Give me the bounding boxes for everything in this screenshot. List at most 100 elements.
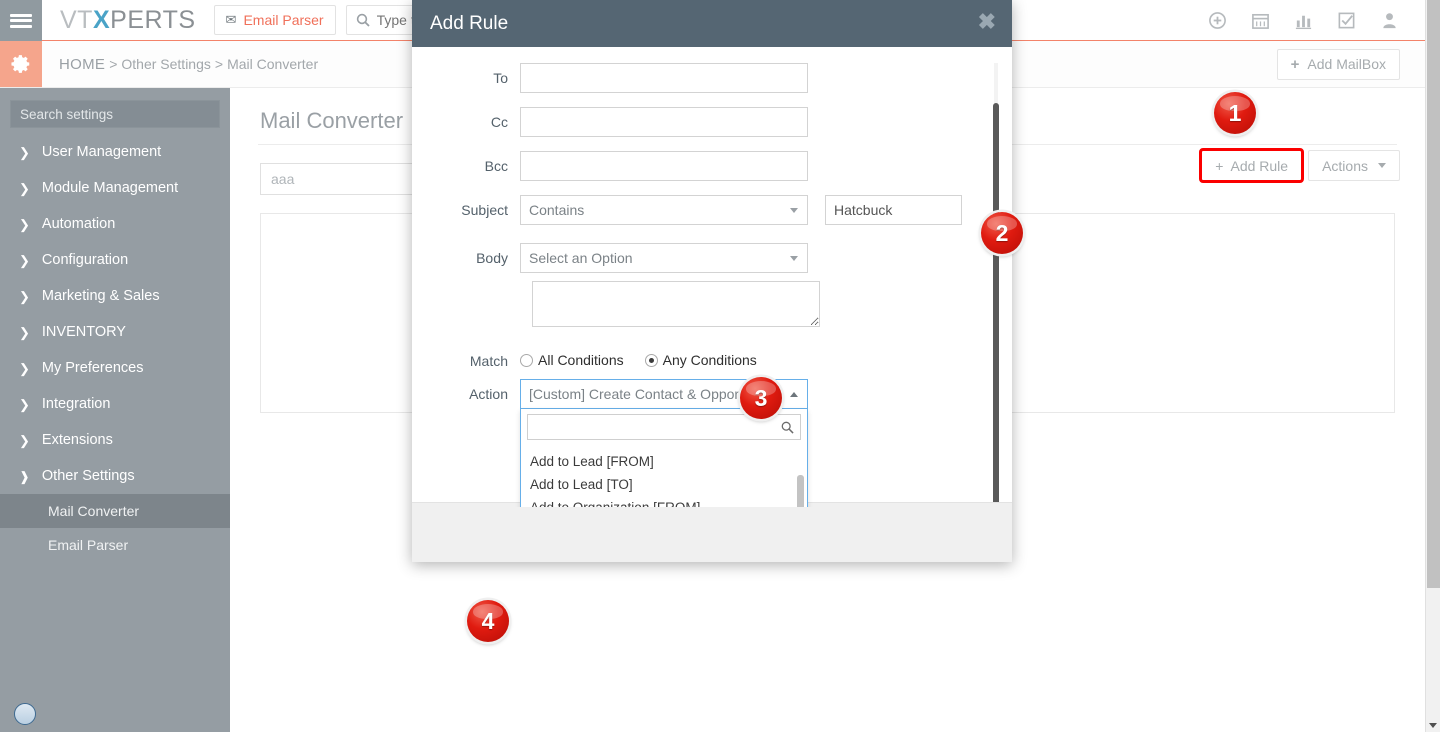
plus-circle-icon[interactable] [1208,11,1227,30]
list-item[interactable]: Add to Lead [FROM] [521,450,807,473]
action-label: Action [469,386,508,402]
chevron-right-icon: ❯ [19,324,30,340]
body-value-textarea[interactable] [532,281,820,327]
action-dropdown-search-input[interactable] [534,419,781,435]
chevron-up-icon [790,392,798,397]
chevron-right-icon: ❯ [19,216,30,232]
breadcrumb-item-mail-converter[interactable]: Mail Converter [227,56,318,72]
chevron-right-icon: ❯ [19,432,30,448]
rules-toolbar: + Add Rule Actions [1199,148,1400,183]
breadcrumb-sep-1: > [109,56,118,72]
bcc-label: Bcc [484,158,508,174]
gear-icon[interactable] [0,41,42,87]
sidebar-item-module-management[interactable]: ❯ Module Management [0,170,230,206]
match-radio-group: All Conditions Any Conditions [520,346,773,368]
hamburger-menu-icon[interactable] [0,0,42,41]
bottom-left-indicator-icon[interactable] [14,703,36,725]
add-rule-button[interactable]: + Add Rule [1199,148,1305,183]
sidebar-subitem-mail-converter[interactable]: Mail Converter [0,494,230,528]
field-row-cc: Cc [412,107,1012,137]
sidebar-item-configuration[interactable]: ❯ Configuration [0,242,230,278]
actions-dropdown-button[interactable]: Actions [1308,150,1400,181]
plus-icon: + [1215,157,1224,174]
browser-scrollbar-thumb[interactable] [1427,0,1440,588]
brand-part-3: PERTS [110,5,196,34]
breadcrumb-item-other-settings[interactable]: Other Settings [121,56,211,72]
sidebar-item-integration[interactable]: ❯ Integration [0,386,230,422]
list-item[interactable]: Add to Organization [FROM] [521,496,807,507]
search-icon [781,421,794,434]
field-row-bcc: Bcc [412,151,1012,181]
sidebar-item-label: User Management [41,144,162,160]
action-options-list[interactable]: Add to Lead [FROM] Add to Lead [TO] Add … [521,442,807,507]
add-rule-label: Add Rule [1230,157,1289,174]
brand-logo[interactable]: VT X PERTS [42,0,210,40]
chevron-down-icon [790,256,798,261]
subject-operator-select[interactable]: Contains [520,195,808,225]
to-input[interactable] [520,63,808,93]
sidebar-item-inventory[interactable]: ❯ INVENTORY [0,314,230,350]
modal-body: To Cc Bcc Subject Contains Body [412,47,1012,507]
email-parser-label: Email Parser [243,12,324,28]
chevron-right-icon: ❯ [19,288,30,304]
breadcrumb-sep-2: > [214,56,224,72]
add-mailbox-button[interactable]: + Add MailBox [1276,48,1400,80]
sidebar-item-extensions[interactable]: ❯ Extensions [0,422,230,458]
sidebar-item-my-preferences[interactable]: ❯ My Preferences [0,350,230,386]
chevron-right-icon: ❯ [19,252,30,268]
sidebar-item-label: INVENTORY [41,324,126,340]
envelope-icon: ✉ [225,12,237,27]
modal-scrollbar-thumb[interactable] [993,103,999,507]
app-root: VT X PERTS ✉ Email Parser Type to search… [0,0,1440,732]
checkbox-icon[interactable] [1337,11,1356,30]
body-operator-select[interactable]: Select an Option [520,243,808,273]
chevron-right-icon: ❯ [19,396,30,412]
radio-any-conditions[interactable] [644,353,658,367]
dropdown-scrollbar[interactable] [797,475,804,507]
chevron-right-icon: ❯ [19,360,30,376]
sidebar-item-label: Module Management [41,180,179,196]
bar-chart-icon[interactable] [1294,11,1313,30]
subject-operator-value: Contains [529,202,585,218]
sidebar-item-other-settings[interactable]: ❱ Other Settings [0,458,230,494]
mailbox-name-value: aaa [271,171,295,187]
scroll-down-arrow-icon[interactable] [1429,723,1437,728]
user-icon[interactable] [1380,11,1399,30]
sidebar-item-label: Other Settings [41,468,135,484]
close-icon[interactable]: ✖ [978,11,996,33]
sidebar-item-label: Extensions [41,432,113,448]
field-row-subject: Subject Contains [412,195,1012,225]
match-any-label: Any Conditions [662,352,757,368]
sidebar-item-label: Integration [41,396,111,412]
email-parser-button[interactable]: ✉ Email Parser [213,5,336,35]
brand-part-1: VT [60,5,93,34]
sidebar-item-user-management[interactable]: ❯ User Management [0,134,230,170]
action-selected-value: [Custom] Create Contact & Opportunity [529,386,773,402]
browser-scrollbar[interactable] [1425,0,1440,732]
field-row-body: Body Select an Option [412,243,1012,273]
actions-label: Actions [1322,157,1368,174]
sidebar-subitem-email-parser[interactable]: Email Parser [0,528,230,562]
calendar-icon[interactable] [1251,11,1270,30]
sidebar-item-automation[interactable]: ❯ Automation [0,206,230,242]
breadcrumb-home[interactable]: HOME [59,56,105,73]
subject-value-input[interactable] [825,195,962,225]
match-label: Match [469,353,508,369]
step-badge-1: 1 [1214,92,1256,134]
step-badge-4: 4 [467,600,509,642]
modal-footer [412,502,1012,562]
action-dropdown-panel: Add to Lead [FROM] Add to Lead [TO] Add … [520,409,808,507]
sidebar-item-marketing-and-sales[interactable]: ❯ Marketing & Sales [0,278,230,314]
to-label: To [493,70,508,86]
list-item-partial-top[interactable] [521,442,807,450]
sidebar-search-input[interactable] [20,106,210,122]
chevron-right-icon: ❯ [19,144,30,160]
modal-header: Add Rule ✖ [412,0,1012,47]
chevron-down-icon [1378,163,1386,168]
list-item[interactable]: Add to Lead [TO] [521,473,807,496]
radio-all-conditions[interactable] [520,353,533,367]
chevron-down-icon: ❱ [19,468,30,484]
cc-input[interactable] [520,107,808,137]
bcc-input[interactable] [520,151,808,181]
sidebar-search-box[interactable] [10,100,220,128]
